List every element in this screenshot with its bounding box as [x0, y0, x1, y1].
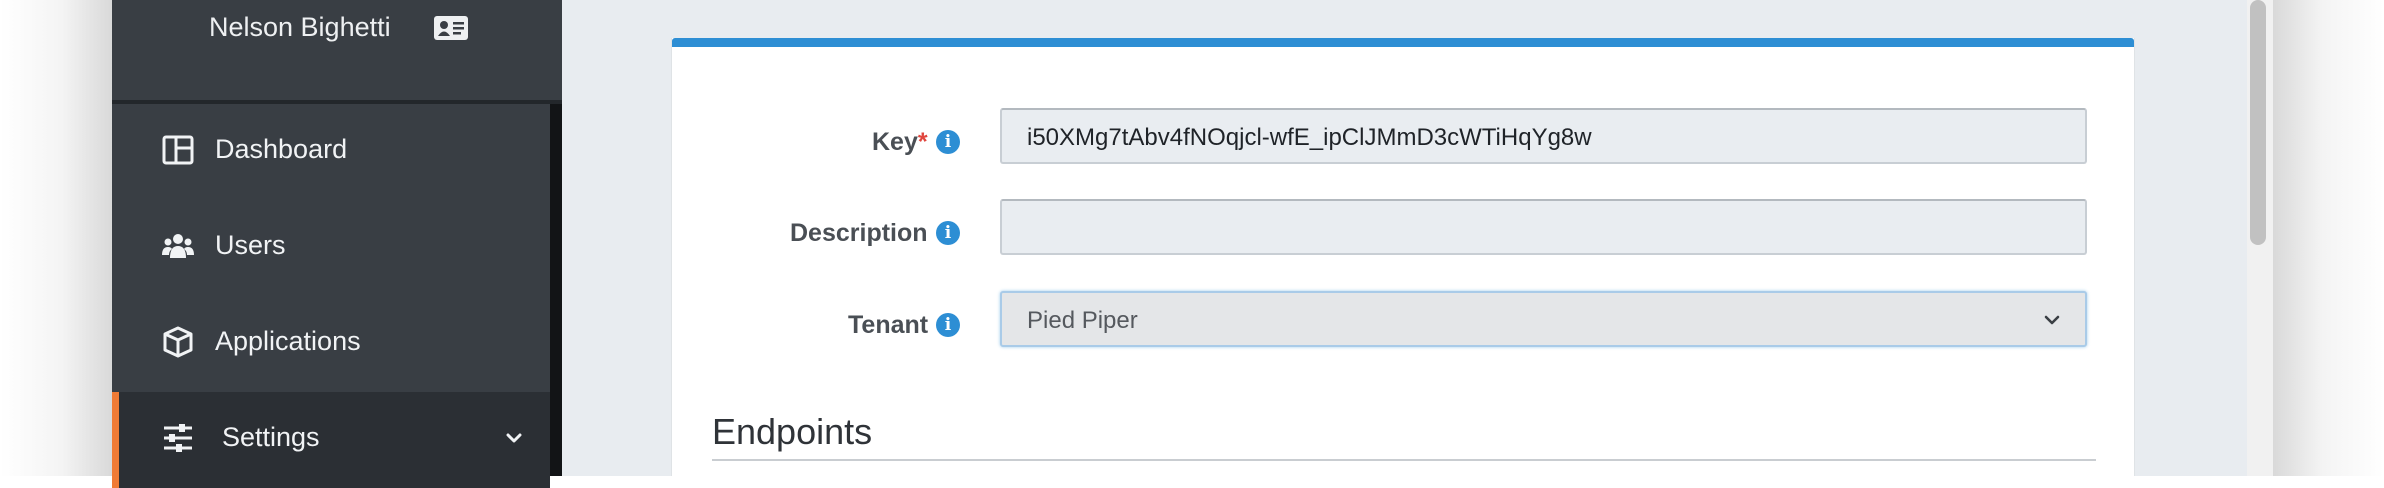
description-field[interactable]: [1000, 199, 2087, 255]
key-label: Key*: [872, 128, 928, 157]
tenant-label: Tenant: [848, 311, 928, 340]
description-label-text: Description: [790, 219, 928, 247]
active-indicator: [112, 392, 119, 488]
sidebar-item-label: Dashboard: [215, 134, 348, 164]
tenant-select[interactable]: Pied Piper: [1000, 291, 2087, 347]
sidebar-item-applications[interactable]: Applications: [112, 296, 550, 392]
sidebar-item-label: Users: [215, 230, 286, 260]
required-mark: *: [917, 128, 928, 156]
key-value: i50XMg7tAbv4fNOqjcl-wfE_ipClJMmD3cWTiHqY…: [1027, 124, 1592, 151]
users-icon: [162, 234, 194, 258]
info-icon[interactable]: i: [936, 221, 960, 245]
key-field[interactable]: i50XMg7tAbv4fNOqjcl-wfE_ipClJMmD3cWTiHqY…: [1000, 108, 2087, 164]
cube-icon: [163, 326, 193, 358]
user-name: Nelson Bighetti: [209, 12, 391, 42]
description-label: Description: [790, 219, 928, 248]
key-label-text: Key: [872, 128, 918, 156]
sidebar-item-label: Settings: [222, 422, 320, 452]
info-glyph: i: [944, 132, 952, 152]
sidebar-item-dashboard[interactable]: Dashboard: [112, 104, 550, 200]
window-shadow-right: [2273, 0, 2384, 476]
chevron-down-icon: [2044, 315, 2060, 325]
window-shadow-left: [0, 0, 112, 476]
section-title-endpoints: Endpoints: [712, 411, 873, 452]
info-icon[interactable]: i: [936, 313, 960, 337]
sidebar-scroll-rail: [550, 104, 562, 476]
info-glyph: i: [944, 223, 952, 243]
scrollbar-thumb[interactable]: [2250, 0, 2266, 245]
chevron-down-icon[interactable]: [504, 428, 524, 448]
sidebar-item-settings[interactable]: Settings: [112, 392, 550, 488]
tenant-label-text: Tenant: [848, 311, 929, 339]
info-glyph: i: [944, 315, 952, 335]
sidebar-item-users[interactable]: Users: [112, 200, 550, 296]
user-info: Nelson Bighetti: [112, 0, 562, 100]
section-divider: [712, 459, 2096, 461]
tenant-value: Pied Piper: [1027, 307, 1138, 334]
form-panel: Key* i i50XMg7tAbv4fNOqjcl-wfE_ipClJMmD3…: [671, 38, 2135, 476]
sliders-icon: [164, 424, 192, 452]
id-card-icon[interactable]: [433, 14, 469, 42]
panel-accent-bar: [672, 38, 2134, 47]
dashboard-icon: [162, 135, 194, 165]
sidebar: Nelson Bighetti Dashboard Users Applicat…: [112, 0, 562, 488]
sidebar-item-label: Applications: [215, 326, 361, 356]
info-icon[interactable]: i: [936, 130, 960, 154]
